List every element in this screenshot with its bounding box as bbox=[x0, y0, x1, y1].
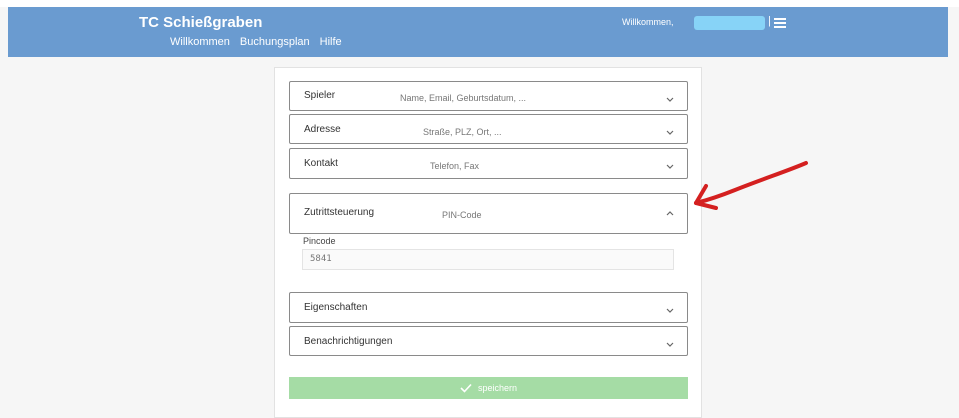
username-redaction bbox=[694, 16, 765, 30]
save-button[interactable]: speichern bbox=[289, 377, 688, 399]
chevron-down-icon bbox=[666, 308, 674, 313]
chevron-up-icon bbox=[666, 211, 674, 216]
pincode-field[interactable]: 5841 bbox=[302, 249, 674, 270]
header-separator: | bbox=[768, 15, 771, 27]
check-icon bbox=[460, 383, 472, 393]
main-nav: Willkommen Buchungsplan Hilfe bbox=[170, 36, 342, 48]
nav-hilfe[interactable]: Hilfe bbox=[320, 36, 342, 48]
section-eigenschaften[interactable]: Eigenschaften bbox=[289, 292, 688, 323]
section-label: Zutrittsteuerung bbox=[304, 207, 375, 218]
header-bar: TC Schießgraben Willkommen Buchungsplan … bbox=[8, 7, 948, 57]
chevron-down-icon bbox=[666, 97, 674, 102]
chevron-down-icon bbox=[666, 342, 674, 347]
chevron-down-icon bbox=[666, 130, 674, 135]
nav-willkommen[interactable]: Willkommen bbox=[170, 36, 230, 48]
nav-buchungsplan[interactable]: Buchungsplan bbox=[240, 36, 310, 48]
section-label: Adresse bbox=[304, 124, 341, 135]
section-kontakt[interactable]: Kontakt Telefon, Fax bbox=[289, 148, 688, 179]
section-hint: Straße, PLZ, Ort, ... bbox=[423, 127, 502, 137]
pincode-label: Pincode bbox=[303, 236, 336, 246]
chevron-down-icon bbox=[666, 164, 674, 169]
hamburger-icon[interactable] bbox=[774, 18, 786, 28]
section-adresse[interactable]: Adresse Straße, PLZ, Ort, ... bbox=[289, 114, 688, 144]
section-zutrittsteuerung[interactable]: Zutrittsteuerung PIN-Code bbox=[289, 193, 688, 234]
section-benachrichtigungen[interactable]: Benachrichtigungen bbox=[289, 326, 688, 356]
brand-title[interactable]: TC Schießgraben bbox=[139, 14, 262, 31]
section-label: Spieler bbox=[304, 90, 336, 101]
welcome-text: Willkommen, bbox=[622, 17, 674, 27]
section-hint: Telefon, Fax bbox=[430, 161, 480, 171]
section-hint: PIN-Code bbox=[442, 210, 482, 220]
section-label: Benachrichtigungen bbox=[304, 336, 393, 347]
section-spieler[interactable]: Spieler Name, Email, Geburtsdatum, ... bbox=[289, 81, 688, 111]
section-hint: Name, Email, Geburtsdatum, ... bbox=[400, 93, 527, 103]
top-gap bbox=[0, 0, 959, 7]
save-label: speichern bbox=[477, 383, 518, 393]
section-label: Kontakt bbox=[304, 158, 338, 169]
section-label: Eigenschaften bbox=[304, 302, 368, 313]
